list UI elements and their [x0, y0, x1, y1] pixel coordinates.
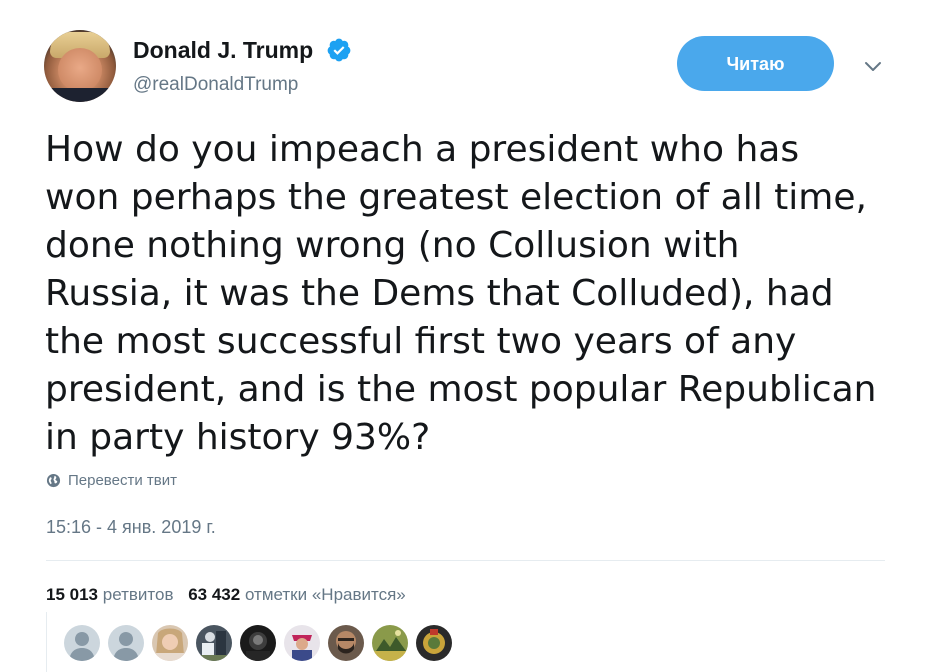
avatar-face [58, 48, 102, 92]
verified-badge-icon [326, 37, 352, 63]
liker-avatar-photo[interactable] [416, 625, 452, 661]
liker-avatar-photo[interactable] [372, 625, 408, 661]
liker-avatar-default-egg-icon[interactable] [108, 625, 144, 661]
liker-avatar-default-egg-icon[interactable] [64, 625, 100, 661]
translate-tweet-link[interactable]: Перевести твит [46, 471, 177, 491]
avatar-suit [44, 88, 116, 102]
retweets-label: ретвитов [102, 585, 174, 604]
likes-count: 63 432 [188, 585, 241, 604]
author-name-block[interactable]: Donald J. Trump [133, 36, 352, 64]
translate-tweet-label: Перевести твит [68, 472, 177, 489]
liker-avatar-photo[interactable] [328, 625, 364, 661]
liker-avatar-photo[interactable] [284, 625, 320, 661]
liker-avatar-photo[interactable] [240, 625, 276, 661]
tweet-stats: 15 013 ретвитов 63 432 отметки «Нравится… [46, 584, 406, 606]
tweet-timestamp[interactable]: 15:16 - 4 янв. 2019 г. [46, 516, 216, 538]
liker-avatar-photo[interactable] [196, 625, 232, 661]
tweet-text: How do you impeach a president who has w… [45, 129, 877, 458]
retweets-count: 15 013 [46, 585, 98, 604]
likes-label: отметки «Нравится» [244, 585, 406, 604]
likes-stat[interactable]: 63 432 отметки «Нравится» [188, 584, 406, 606]
tweet-card: Donald J. Trump @realDonaldTrump Читаю H… [0, 0, 932, 672]
author-handle[interactable]: @realDonaldTrump [133, 74, 298, 96]
chevron-down-icon[interactable] [858, 54, 888, 80]
author-avatar[interactable] [44, 30, 116, 102]
author-display-name[interactable]: Donald J. Trump [133, 36, 313, 64]
divider [46, 560, 885, 561]
globe-icon [46, 473, 61, 488]
likers-divider [46, 612, 47, 672]
liker-avatar-photo[interactable] [152, 625, 188, 661]
following-button[interactable]: Читаю [677, 36, 834, 91]
retweets-stat[interactable]: 15 013 ретвитов [46, 584, 173, 606]
